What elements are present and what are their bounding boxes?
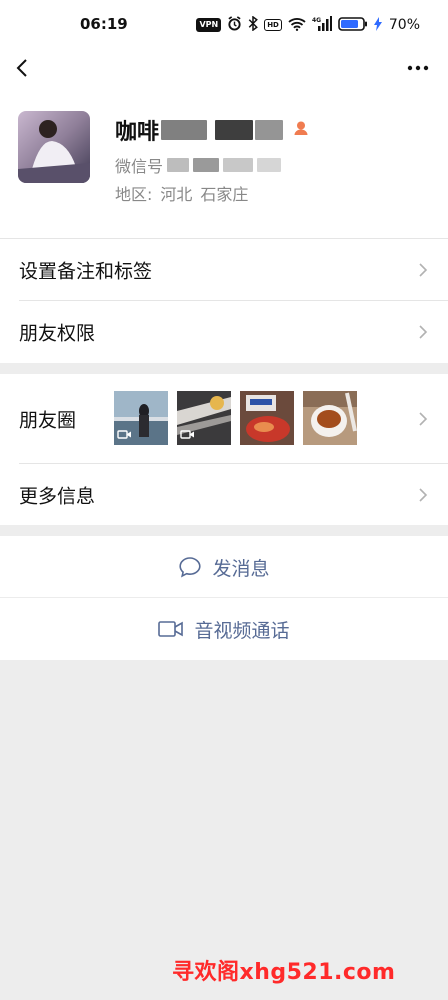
chat-bubble-icon: [178, 556, 202, 578]
chevron-right-icon: [419, 411, 428, 426]
alarm-icon: [227, 15, 242, 35]
redacted-block: [161, 120, 208, 140]
moments-row[interactable]: 朋友圈: [0, 374, 448, 463]
moments-label: 朋友圈: [19, 409, 77, 431]
set-remarks-tags-row[interactable]: 设置备注和标签: [0, 239, 448, 301]
watermark: 寻欢阁xhg521.com: [172, 960, 396, 985]
chevron-left-icon: [16, 59, 27, 77]
video-call-label: 音视频通话: [194, 619, 290, 642]
redacted-block: [255, 120, 284, 140]
wechat-id-label: 微信号: [115, 157, 164, 176]
female-icon: [293, 120, 309, 140]
more-dots-icon: [407, 65, 429, 71]
hd-badge: HD: [264, 19, 282, 31]
more-options-button[interactable]: [404, 58, 432, 78]
nav-bar: [0, 50, 448, 86]
bluetooth-icon: [248, 14, 259, 35]
wifi-icon: [288, 16, 306, 35]
redacted-block: [257, 158, 282, 172]
moments-thumbnails: [114, 391, 357, 445]
profile-card: 咖啡 微信号 地区: 河北 石家庄: [0, 86, 448, 238]
redacted-block: [167, 158, 190, 172]
battery-percent: 70%: [388, 17, 420, 33]
status-icons: VPN HD 4G 70%: [196, 14, 420, 36]
nickname-row: 咖啡: [115, 114, 309, 146]
back-button[interactable]: [10, 52, 40, 84]
moment-thumbnail[interactable]: [240, 391, 294, 445]
chevron-right-icon: [419, 263, 428, 277]
moment-thumbnail[interactable]: [177, 391, 231, 445]
region-label: 地区:: [115, 185, 153, 204]
redacted-block: [193, 158, 220, 172]
friend-permissions-row[interactable]: 朋友权限: [0, 301, 448, 363]
status-bar: 06:19 VPN HD 4G 70%: [0, 0, 448, 50]
moment-thumbnail[interactable]: [114, 391, 168, 445]
avatar[interactable]: [18, 111, 90, 183]
status-time: 06:19: [80, 15, 128, 33]
region-row: 地区: 河北 石家庄: [115, 182, 248, 204]
contact-profile-page: 06:19 VPN HD 4G 70% 咖啡 微信号 地区: 河北 石家庄 设置…: [0, 0, 448, 1000]
battery-icon: [338, 16, 368, 35]
nickname: 咖啡: [115, 120, 160, 145]
send-message-button[interactable]: 发消息: [0, 536, 448, 598]
wechat-id-row: 微信号: [115, 154, 282, 176]
friend-permissions-label: 朋友权限: [19, 322, 96, 345]
more-info-row[interactable]: 更多信息: [0, 464, 448, 526]
set-remarks-tags-label: 设置备注和标签: [19, 260, 153, 283]
more-info-label: 更多信息: [19, 485, 96, 508]
signal-icon: 4G: [312, 15, 332, 35]
svg-text:4G: 4G: [312, 17, 321, 24]
chevron-right-icon: [419, 325, 428, 339]
region-province: 河北: [160, 185, 193, 204]
region-city: 石家庄: [200, 185, 249, 204]
video-camera-icon: [158, 620, 184, 638]
vpn-badge: VPN: [196, 18, 222, 32]
redacted-block: [223, 158, 254, 172]
settings-group: 设置备注和标签 朋友权限: [0, 238, 448, 363]
moment-thumbnail[interactable]: [303, 391, 357, 445]
chevron-right-icon: [419, 488, 428, 502]
redacted-block: [215, 120, 254, 140]
moments-group: 朋友圈 更多信息: [0, 374, 448, 525]
send-message-label: 发消息: [212, 557, 270, 580]
charging-icon: [373, 16, 382, 35]
video-call-button[interactable]: 音视频通话: [0, 598, 448, 660]
